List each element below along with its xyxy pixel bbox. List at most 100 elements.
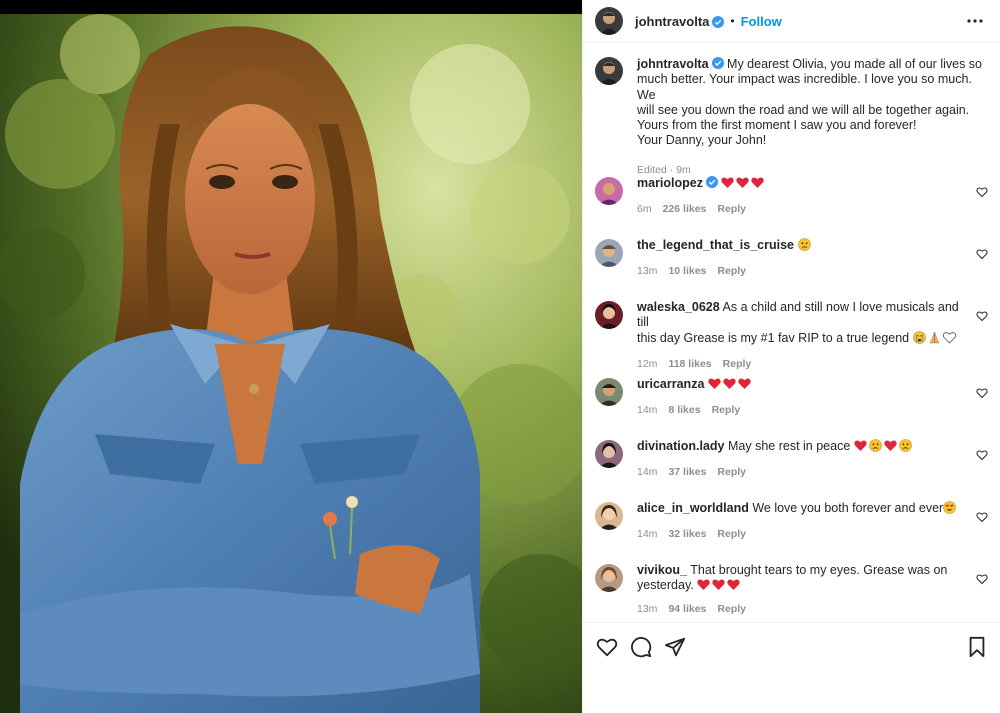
- caption-line-3: Yours from the first moment I saw you an…: [637, 118, 917, 133]
- like-comment-icon[interactable]: [976, 248, 990, 262]
- red-heart-icon: [721, 176, 735, 189]
- like-comment-icon[interactable]: [976, 387, 990, 401]
- comment-text: We love you both forever and ever: [752, 501, 944, 515]
- comment-meta: 6m 226 likes Reply: [637, 202, 959, 217]
- comment-avatar[interactable]: [595, 502, 623, 530]
- verified-icon: [711, 57, 724, 69]
- comment-text-1: this day Grease is my #1 fav RIP to a tr…: [637, 330, 910, 345]
- comment-likes[interactable]: 32 likes: [668, 527, 706, 542]
- like-comment-icon[interactable]: [976, 573, 990, 587]
- comment-meta: 13m 10 likes Reply: [637, 264, 959, 279]
- comment-username[interactable]: mariolopez: [637, 176, 703, 190]
- comment-text-1: yesterday.: [637, 578, 694, 593]
- reply-button[interactable]: Reply: [717, 602, 746, 617]
- caption-line-4: Your Danny, your John!: [637, 133, 767, 148]
- like-comment-icon[interactable]: [976, 186, 990, 200]
- post-actions: [583, 622, 1000, 670]
- red-heart-icon: [738, 377, 751, 390]
- comment-item: vivikou_ That brought tears to my eyes. …: [583, 563, 1000, 617]
- comment-emojis: [721, 176, 766, 190]
- comment-time: 14m: [637, 528, 658, 541]
- sad-face-icon: [868, 439, 882, 452]
- comment-username[interactable]: divination.lady: [637, 439, 725, 453]
- comment-item: divination.lady May she rest in peace 14…: [583, 439, 1000, 481]
- comment-time: 13m: [637, 602, 658, 615]
- photo-scene: [0, 14, 582, 713]
- reply-button[interactable]: Reply: [712, 403, 741, 418]
- praying-hands-icon: [928, 331, 941, 344]
- caption-avatar[interactable]: [595, 57, 623, 85]
- caption-line-1: much better. Your impact was incredible.…: [637, 72, 972, 102]
- comment-avatar[interactable]: [595, 440, 623, 468]
- red-heart-icon: [751, 176, 765, 189]
- comment-likes[interactable]: 10 likes: [668, 264, 706, 279]
- like-comment-icon[interactable]: [976, 449, 990, 463]
- comment-icon[interactable]: [629, 635, 653, 659]
- comment-username[interactable]: waleska_0628: [637, 300, 720, 314]
- comment-avatar[interactable]: [595, 239, 623, 267]
- comment-username[interactable]: alice_in_worldland: [637, 501, 749, 515]
- comment-meta: 12m 118 likes Reply: [637, 357, 959, 372]
- comment-time: 12m: [637, 357, 658, 370]
- red-heart-icon: [854, 439, 867, 452]
- comment-item: the_legend_that_is_cruise 13m 10 likes R…: [583, 238, 1000, 280]
- verified-icon: [712, 15, 725, 28]
- like-comment-icon[interactable]: [976, 511, 990, 525]
- comment-item: mariolopez 6m 226 likes Reply: [583, 176, 1000, 218]
- reply-button[interactable]: Reply: [717, 264, 746, 279]
- like-comment-icon[interactable]: [976, 310, 990, 324]
- comment-item: alice_in_worldland We love you both fore…: [583, 501, 1000, 543]
- post-photo[interactable]: [0, 0, 582, 713]
- comment-meta: 14m 32 likes Reply: [637, 527, 959, 542]
- red-heart-icon: [712, 578, 725, 591]
- caption-body: johntravolta My dearest Olivia, you made…: [637, 57, 986, 178]
- white-heart-icon: [942, 331, 956, 344]
- comment-username[interactable]: the_legend_that_is_cruise: [637, 238, 794, 252]
- comment-meta: 14m 37 likes Reply: [637, 465, 959, 480]
- comment-meta: 14m 8 likes Reply: [637, 403, 959, 418]
- more-icon[interactable]: [964, 10, 986, 32]
- comment-time: 14m: [637, 404, 658, 417]
- heart-eyes-face-icon: [943, 501, 956, 514]
- reply-button[interactable]: Reply: [723, 357, 752, 372]
- follow-button[interactable]: Follow: [741, 14, 782, 29]
- comment-avatar[interactable]: [595, 177, 623, 205]
- save-icon[interactable]: [965, 635, 989, 659]
- comment-likes[interactable]: 226 likes: [663, 202, 707, 217]
- comment-likes[interactable]: 118 likes: [668, 357, 711, 372]
- caption-line-2: will see you down the road and we will a…: [637, 102, 970, 117]
- comment-likes[interactable]: 94 likes: [668, 602, 706, 617]
- post-caption: johntravolta My dearest Olivia, you made…: [583, 43, 1000, 178]
- comment-emojis: [708, 377, 753, 391]
- comment-time: 14m: [637, 466, 658, 479]
- comment-avatar[interactable]: [595, 301, 623, 329]
- red-heart-icon: [723, 377, 736, 390]
- comment-time: 6m: [637, 203, 652, 216]
- like-icon[interactable]: [595, 635, 619, 659]
- comment-likes[interactable]: 8 likes: [668, 403, 700, 418]
- photo-top-bar: [0, 0, 582, 14]
- comment-username[interactable]: uricarranza: [637, 377, 704, 391]
- comment-item: uricarranza 14m 8 likes Reply: [583, 377, 1000, 419]
- reply-button[interactable]: Reply: [717, 465, 746, 480]
- post-panel: johntravolta • Follow johntravolta My de…: [582, 0, 1000, 713]
- author-avatar[interactable]: [595, 7, 623, 35]
- sad-face-icon: [797, 238, 811, 251]
- comment-text: May she rest in peace: [728, 439, 851, 453]
- comment-likes[interactable]: 37 likes: [668, 465, 706, 480]
- reply-button[interactable]: Reply: [717, 202, 746, 217]
- comment-avatar[interactable]: [595, 378, 623, 406]
- caption-username[interactable]: johntravolta: [637, 57, 709, 71]
- separator-dot: •: [730, 14, 735, 28]
- red-heart-icon: [697, 578, 710, 591]
- comment-avatar[interactable]: [595, 564, 623, 592]
- red-heart-icon: [708, 377, 721, 390]
- share-icon[interactable]: [663, 635, 687, 659]
- post-header: johntravolta • Follow: [583, 0, 1000, 43]
- red-heart-icon: [884, 439, 897, 452]
- comment-time: 13m: [637, 265, 658, 278]
- reply-button[interactable]: Reply: [717, 527, 746, 542]
- comment-username[interactable]: vivikou_: [637, 563, 687, 577]
- sad-face-icon: [898, 439, 912, 452]
- author-username[interactable]: johntravolta: [635, 14, 709, 29]
